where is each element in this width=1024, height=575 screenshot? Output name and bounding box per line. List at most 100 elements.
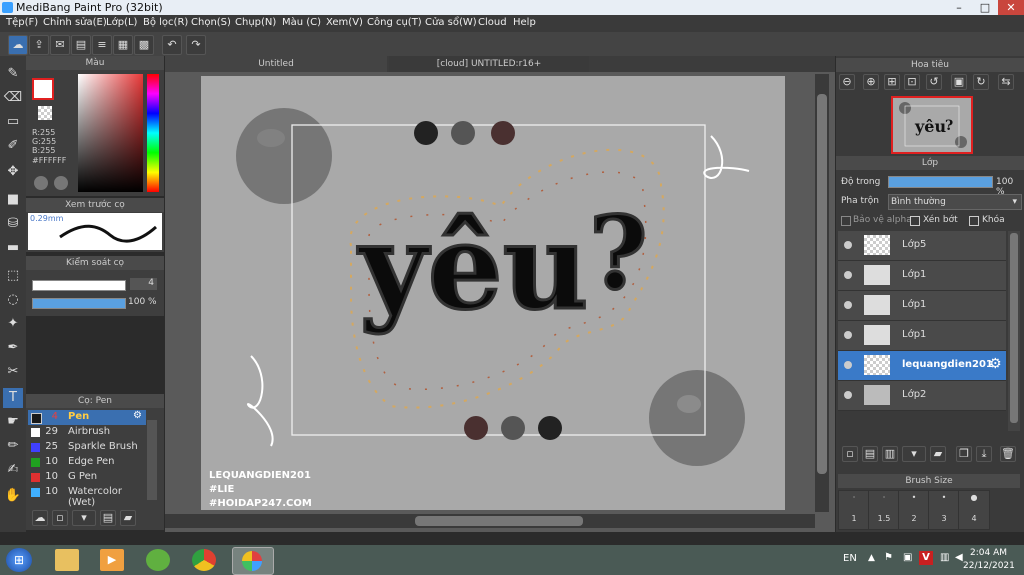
hand-tool-icon[interactable]: ✋: [3, 486, 23, 506]
actual-size-icon[interactable]: ⊡: [904, 74, 920, 90]
media-player-icon[interactable]: ▶: [100, 549, 124, 571]
clipping-checkbox[interactable]: [910, 216, 920, 226]
brush-item-g-pen[interactable]: 10 G Pen: [28, 470, 146, 485]
rotate-right-icon[interactable]: ↻: [973, 74, 989, 90]
network-icon[interactable]: ▥: [940, 552, 949, 563]
zoom-in-icon[interactable]: ⊕: [863, 74, 879, 90]
fit-icon[interactable]: ⊞: [884, 74, 900, 90]
flag-icon[interactable]: ⚑: [884, 552, 893, 563]
new-8bit-layer-icon[interactable]: ▥: [882, 446, 898, 462]
select-pen-icon[interactable]: ✒: [3, 338, 23, 358]
fill-rect-tool-icon[interactable]: ■: [3, 190, 23, 210]
layer-folder-icon[interactable]: ▰: [930, 446, 946, 462]
palette-icon[interactable]: [34, 176, 48, 190]
menu-capture[interactable]: Chụp(N): [235, 17, 276, 28]
eye-icon[interactable]: [844, 271, 852, 279]
rectangle-tool-icon[interactable]: ▭: [3, 112, 23, 132]
gear-icon[interactable]: ⚙: [133, 410, 142, 421]
menu-tools[interactable]: Công cụ(T): [367, 17, 422, 28]
brush-tool-icon[interactable]: ✎: [3, 64, 23, 84]
horizontal-scrollbar[interactable]: [165, 514, 815, 528]
brush-size-option[interactable]: • 2: [898, 490, 930, 530]
menu-select[interactable]: Chọn(S): [191, 17, 231, 28]
maximize-button[interactable]: □: [972, 0, 998, 15]
flip-icon[interactable]: ⇆: [998, 74, 1014, 90]
layer-row[interactable]: Lớp1: [838, 321, 1006, 351]
brush-size-option[interactable]: · 1: [838, 490, 870, 530]
vertical-scroll-thumb[interactable]: [817, 94, 827, 474]
menu-edit[interactable]: Chỉnh sửa(E): [43, 17, 107, 28]
eyedropper-tool-icon[interactable]: ✏: [3, 436, 23, 456]
brush-list-scrollbar[interactable]: [147, 420, 157, 500]
primary-color-swatch[interactable]: [32, 78, 54, 100]
operation-tool-icon[interactable]: ☛: [3, 412, 23, 432]
cloud-icon[interactable]: ☁: [8, 35, 28, 55]
eye-icon[interactable]: [844, 301, 852, 309]
medibang-taskbar-button[interactable]: [232, 547, 274, 575]
pen-tool-icon[interactable]: ✍: [3, 460, 23, 480]
layer-scroll-thumb[interactable]: [1010, 233, 1018, 423]
new-halftone-layer-icon[interactable]: ▤: [862, 446, 878, 462]
clock-time[interactable]: 2:04 AM: [970, 548, 1007, 558]
redo-icon[interactable]: ↷: [186, 35, 206, 55]
eraser-tool-icon[interactable]: ⌫: [3, 88, 23, 108]
close-button[interactable]: ✕: [998, 0, 1024, 15]
new-brush-icon[interactable]: ▫: [52, 510, 68, 526]
start-button[interactable]: ⊞: [6, 548, 32, 572]
menu-layer[interactable]: Lớp(L): [106, 17, 137, 28]
eye-icon[interactable]: [844, 361, 852, 369]
navigator-preview[interactable]: yêu ?: [891, 96, 973, 154]
reset-rotation-icon[interactable]: ▣: [951, 74, 967, 90]
app-icon-green[interactable]: [146, 549, 170, 571]
eye-icon[interactable]: [844, 241, 852, 249]
brush-size-option[interactable]: · 1.5: [868, 490, 900, 530]
brush-item-watercolor[interactable]: 10 Watercolor (Wet): [28, 485, 146, 508]
add-brush-icon[interactable]: ▾: [72, 510, 96, 526]
clock-date[interactable]: 22/12/2021: [963, 561, 1015, 571]
protect-alpha-checkbox[interactable]: [841, 216, 851, 226]
add-layer-dropdown-icon[interactable]: ▾: [902, 446, 926, 462]
horizontal-scroll-thumb[interactable]: [415, 516, 583, 526]
brush-size-option[interactable]: ● 4: [958, 490, 990, 530]
document-icon[interactable]: ▤: [71, 35, 91, 55]
lasso-tool-icon[interactable]: ◌: [3, 290, 23, 310]
brush-settings-icon[interactable]: ▤: [100, 510, 116, 526]
tab-untitled[interactable]: Untitled: [165, 56, 387, 72]
layer-opacity-slider[interactable]: [888, 176, 993, 188]
comment-icon[interactable]: ✉: [50, 35, 70, 55]
color-picker-square[interactable]: [78, 74, 143, 192]
layer-row[interactable]: Lớp1: [838, 291, 1006, 321]
gear-icon[interactable]: ⚙: [989, 356, 1002, 372]
blend-mode-select[interactable]: Bình thường ▾: [888, 194, 1022, 210]
volume-icon[interactable]: ◀: [955, 552, 963, 563]
vertical-scrollbar[interactable]: [815, 74, 829, 512]
menu-help[interactable]: Help: [513, 17, 536, 28]
brush-item-airbrush[interactable]: 29 Airbrush: [28, 425, 146, 440]
move-tool-icon[interactable]: ✥: [3, 162, 23, 182]
brush-item-pen[interactable]: 4 Pen ⚙: [28, 410, 146, 425]
brush-size-value[interactable]: 4: [130, 278, 157, 290]
minimize-button[interactable]: –: [946, 0, 972, 15]
menu-cloud[interactable]: Cloud: [478, 17, 507, 28]
layout-icon[interactable]: ▦: [113, 35, 133, 55]
menu-file[interactable]: Tệp(F): [6, 17, 38, 28]
language-indicator[interactable]: EN: [843, 553, 857, 564]
menu-view[interactable]: Xem(V): [326, 17, 363, 28]
canvas[interactable]: yêu ? LEQUANGDIEN201 #LIE #HOIDAP247.COM: [201, 76, 785, 510]
layer-row[interactable]: Lớp1: [838, 261, 1006, 291]
share-icon[interactable]: ⇪: [29, 35, 49, 55]
brush-item-sparkle[interactable]: 25 Sparkle Brush: [28, 440, 146, 455]
cloud-brush-icon[interactable]: ☁: [32, 510, 48, 526]
text-tool-icon[interactable]: T: [3, 388, 23, 408]
antivirus-icon[interactable]: V: [919, 551, 933, 565]
delete-layer-icon[interactable]: 🗑: [1000, 446, 1016, 462]
menu-filter[interactable]: Bộ lọc(R): [143, 17, 188, 28]
list-icon[interactable]: ≡: [92, 35, 112, 55]
duplicate-layer-icon[interactable]: ❐: [956, 446, 972, 462]
layer-scrollbar[interactable]: [1008, 231, 1020, 431]
select-eraser-icon[interactable]: ✂: [3, 362, 23, 382]
brush-size-slider[interactable]: [32, 280, 126, 291]
brush-item-edge-pen[interactable]: 10 Edge Pen: [28, 455, 146, 470]
brush-opacity-slider[interactable]: [32, 298, 126, 309]
eye-icon[interactable]: [844, 391, 852, 399]
